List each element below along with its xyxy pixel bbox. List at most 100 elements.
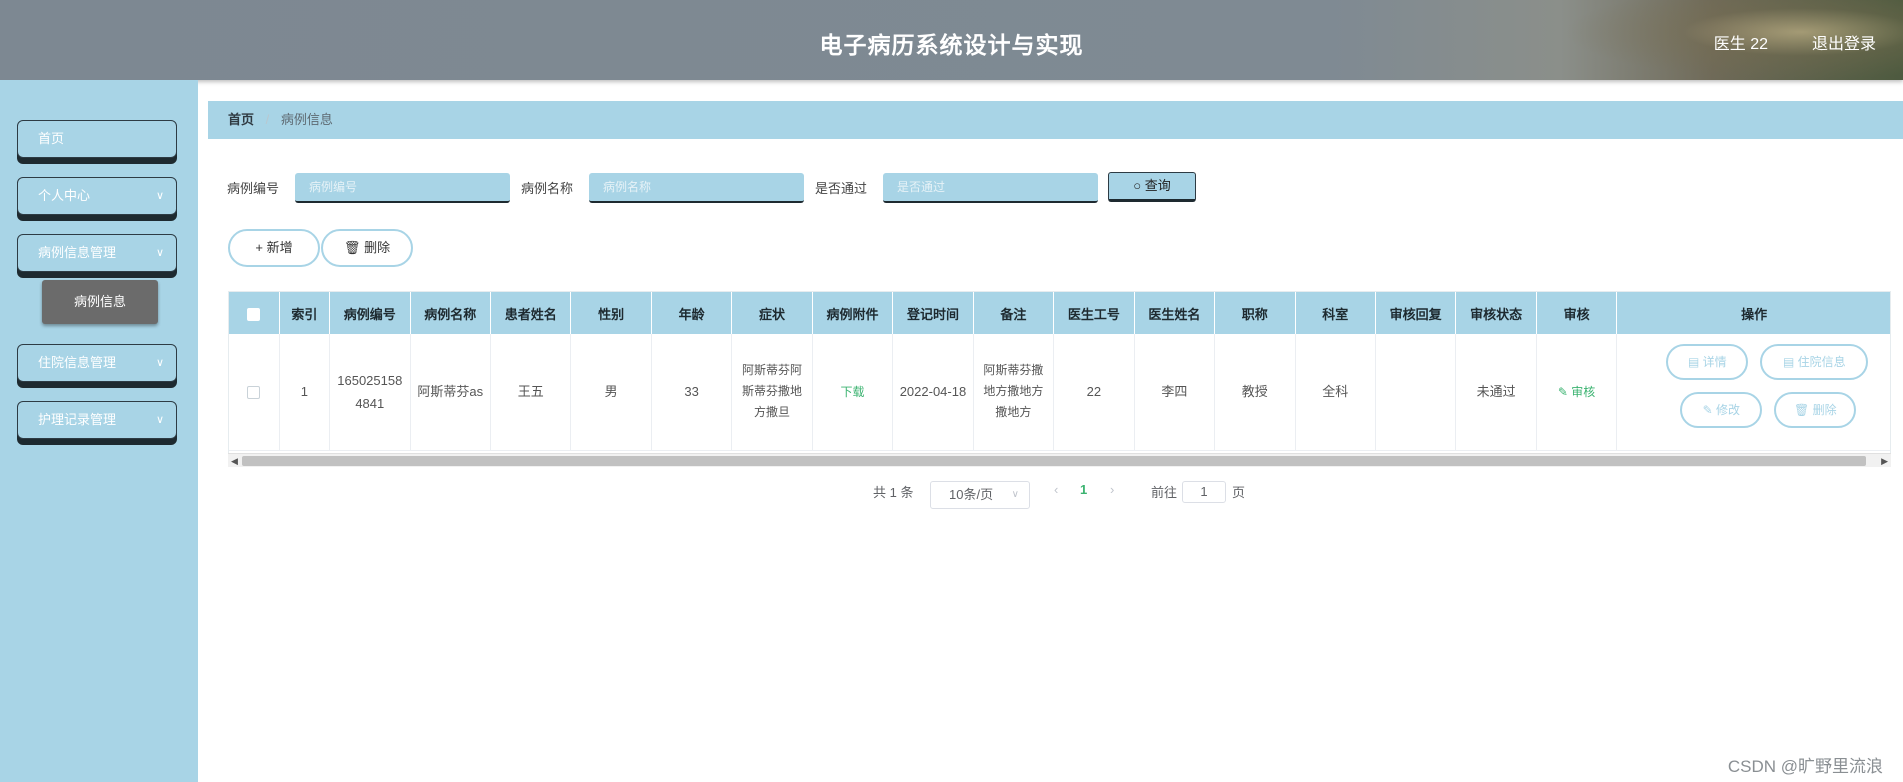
row-select-cell <box>229 334 280 451</box>
page-size-select[interactable]: 10条/页 ∨ <box>930 481 1030 509</box>
column-header: 医生姓名 <box>1134 292 1216 334</box>
column-header: 年龄 <box>651 292 733 334</box>
prev-page-icon[interactable]: ‹ <box>1054 482 1058 497</box>
delete-button-label: 删除 <box>364 240 391 255</box>
cell-attachment: 下载 <box>812 334 894 451</box>
cell-symptom: 阿斯蒂芬阿斯蒂芬撒地方撒旦 <box>731 334 813 451</box>
column-header: 症状 <box>731 292 813 334</box>
watermark: CSDN @旷野里流浪 <box>1727 757 1883 776</box>
cell-dept: 全科 <box>1295 334 1376 451</box>
horizontal-scrollbar[interactable]: ◀ ▶ <box>228 453 1891 467</box>
delete-button[interactable]: 🗑 删除 <box>321 229 413 267</box>
sidebar-item-label: 病例信息管理 <box>38 245 117 260</box>
column-header: 性别 <box>570 292 652 334</box>
review-link[interactable]: ✎ 审核 <box>1558 385 1595 399</box>
add-button[interactable]: + 新增 <box>228 229 320 267</box>
column-header: 审核状态 <box>1455 292 1537 334</box>
next-page-icon[interactable]: › <box>1110 482 1114 497</box>
chevron-down-icon: ∨ <box>1011 489 1019 500</box>
detail-button[interactable]: ▤ 详情 <box>1666 344 1749 380</box>
column-header: 审核 <box>1536 292 1618 334</box>
scrollbar-thumb[interactable] <box>242 456 1866 466</box>
search-button-label: 查询 <box>1144 178 1171 193</box>
case-name-input[interactable] <box>589 173 804 203</box>
page-size-value: 10条/页 <box>949 487 994 502</box>
logout-link[interactable]: 退出登录 <box>1812 30 1876 54</box>
column-header: 医生工号 <box>1053 292 1135 334</box>
current-user: 医生 22 <box>1713 36 1768 53</box>
edit-icon: ✎ <box>1557 384 1568 399</box>
column-header: 审核回复 <box>1375 292 1457 334</box>
column-header: 科室 <box>1295 292 1376 334</box>
hospital-info-button[interactable]: ▤ 住院信息 <box>1760 344 1869 380</box>
goto-page-input[interactable]: 1 <box>1182 481 1226 503</box>
chevron-down-icon: ∨ <box>155 247 164 259</box>
cell-doctor-id: 22 <box>1053 334 1135 451</box>
column-header: 操作 <box>1616 292 1890 334</box>
current-page[interactable]: 1 <box>1080 482 1087 497</box>
app-title: 电子病历系统设计与实现 <box>819 32 1084 58</box>
case-table: 索引 病例编号 病例名称 患者姓名 性别 年龄 症状 病例附件 登记时间 备注 … <box>228 291 1891 467</box>
passed-label: 是否通过 <box>815 181 868 196</box>
chevron-down-icon: ∨ <box>155 190 164 202</box>
chevron-down-icon: ∨ <box>155 357 164 369</box>
top-header: 电子病历系统设计与实现 医生 22 退出登录 <box>0 0 1903 80</box>
sidebar-item-hospital-management[interactable]: 住院信息管理 ∨ <box>17 344 177 382</box>
sidebar-item-home[interactable]: 首页 <box>17 120 177 158</box>
breadcrumb-home[interactable]: 首页 <box>228 112 254 127</box>
cell-index: 1 <box>279 334 331 451</box>
column-header: 病例附件 <box>812 292 894 334</box>
detail-label: 详情 <box>1702 355 1727 369</box>
sidebar-item-nursing-management[interactable]: 护理记录管理 ∨ <box>17 401 177 439</box>
search-button[interactable]: ○ 查询 <box>1108 172 1196 202</box>
column-header: 职称 <box>1214 292 1296 334</box>
row-delete-button[interactable]: 🗑 删除 <box>1774 392 1857 428</box>
scroll-left-icon[interactable]: ◀ <box>231 454 238 468</box>
pagination-total: 共 1 条 <box>873 485 914 500</box>
sidebar: 首页 个人中心 ∨ 病例信息管理 ∨ 病例信息 住院信息管理 ∨ 护理记录管理 … <box>0 80 198 782</box>
cell-status: 未通过 <box>1455 334 1537 451</box>
select-all-checkbox[interactable] <box>247 307 261 321</box>
breadcrumb: 首页 / 病例信息 <box>208 101 1903 139</box>
cell-patient: 王五 <box>490 334 572 451</box>
edit-button[interactable]: ✎ 修改 <box>1680 392 1763 428</box>
page-unit-label: 页 <box>1232 485 1246 500</box>
trash-icon: 🗑 <box>343 240 361 255</box>
column-header: 备注 <box>973 292 1055 334</box>
review-label: 审核 <box>1571 384 1596 399</box>
cell-reg-time: 2022-04-18 <box>892 334 974 451</box>
cell-doctor-name: 李四 <box>1134 334 1216 451</box>
cell-operations: ▤ 详情 ▤ 住院信息 ✎ 修改 🗑 删除 <box>1616 334 1890 451</box>
trash-icon: 🗑 <box>1794 403 1810 417</box>
case-no-input[interactable] <box>295 173 510 203</box>
sidebar-item-personal-center[interactable]: 个人中心 ∨ <box>17 177 177 215</box>
case-name-label: 病例名称 <box>521 181 574 196</box>
sidebar-item-label: 首页 <box>38 131 65 146</box>
sidebar-subitem-case-info[interactable]: 病例信息 <box>42 280 158 324</box>
column-header: 索引 <box>279 292 331 334</box>
cell-review: ✎ 审核 <box>1536 334 1618 451</box>
row-checkbox[interactable] <box>247 386 261 400</box>
cell-title: 教授 <box>1214 334 1296 451</box>
sidebar-item-case-management[interactable]: 病例信息管理 ∨ <box>17 234 177 272</box>
add-button-label: 新增 <box>266 240 293 255</box>
table-header-row: 索引 病例编号 病例名称 患者姓名 性别 年龄 症状 病例附件 登记时间 备注 … <box>229 292 1890 334</box>
plus-icon: + <box>255 240 263 255</box>
document-icon: ▤ <box>1782 355 1795 369</box>
select-all-header <box>229 292 280 334</box>
edit-icon: ✎ <box>1702 403 1713 417</box>
cell-age: 33 <box>651 334 733 451</box>
hospital-info-label: 住院信息 <box>1797 355 1846 369</box>
passed-input[interactable] <box>883 173 1098 203</box>
breadcrumb-current: 病例信息 <box>280 112 333 127</box>
cell-gender: 男 <box>570 334 652 451</box>
scroll-right-icon[interactable]: ▶ <box>1881 454 1888 468</box>
case-no-label: 病例编号 <box>227 181 280 196</box>
download-link[interactable]: 下载 <box>841 385 865 399</box>
edit-label: 修改 <box>1716 403 1741 417</box>
document-icon: ▤ <box>1687 355 1700 369</box>
cell-case-no: 1650251584841 <box>329 334 411 451</box>
goto-label: 前往 <box>1151 485 1178 500</box>
cell-case-name: 阿斯蒂芬as <box>410 334 491 451</box>
column-header: 病例编号 <box>329 292 411 334</box>
